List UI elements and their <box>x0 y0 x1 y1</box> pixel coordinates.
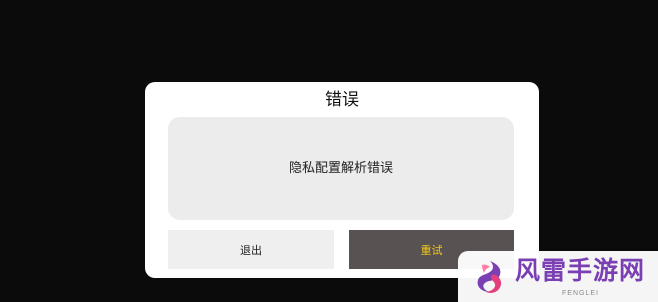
watermark-logo-text: 风雷手游网 <box>515 256 646 285</box>
watermark-sub-text: FENGLEI <box>562 290 599 297</box>
fenglei-logo-icon <box>477 261 502 293</box>
error-dialog: 错误 隐私配置解析错误 退出 重试 <box>145 82 539 278</box>
watermark: 风雷手游网 FENGLEI <box>458 251 658 302</box>
exit-button[interactable]: 退出 <box>168 230 334 269</box>
app-screen: 错误 隐私配置解析错误 退出 重试 风雷手游网 FENGLEI <box>0 0 658 302</box>
message-box: 隐私配置解析错误 <box>168 117 514 220</box>
dialog-title: 错误 <box>325 90 359 110</box>
error-message: 隐私配置解析错误 <box>288 160 393 176</box>
